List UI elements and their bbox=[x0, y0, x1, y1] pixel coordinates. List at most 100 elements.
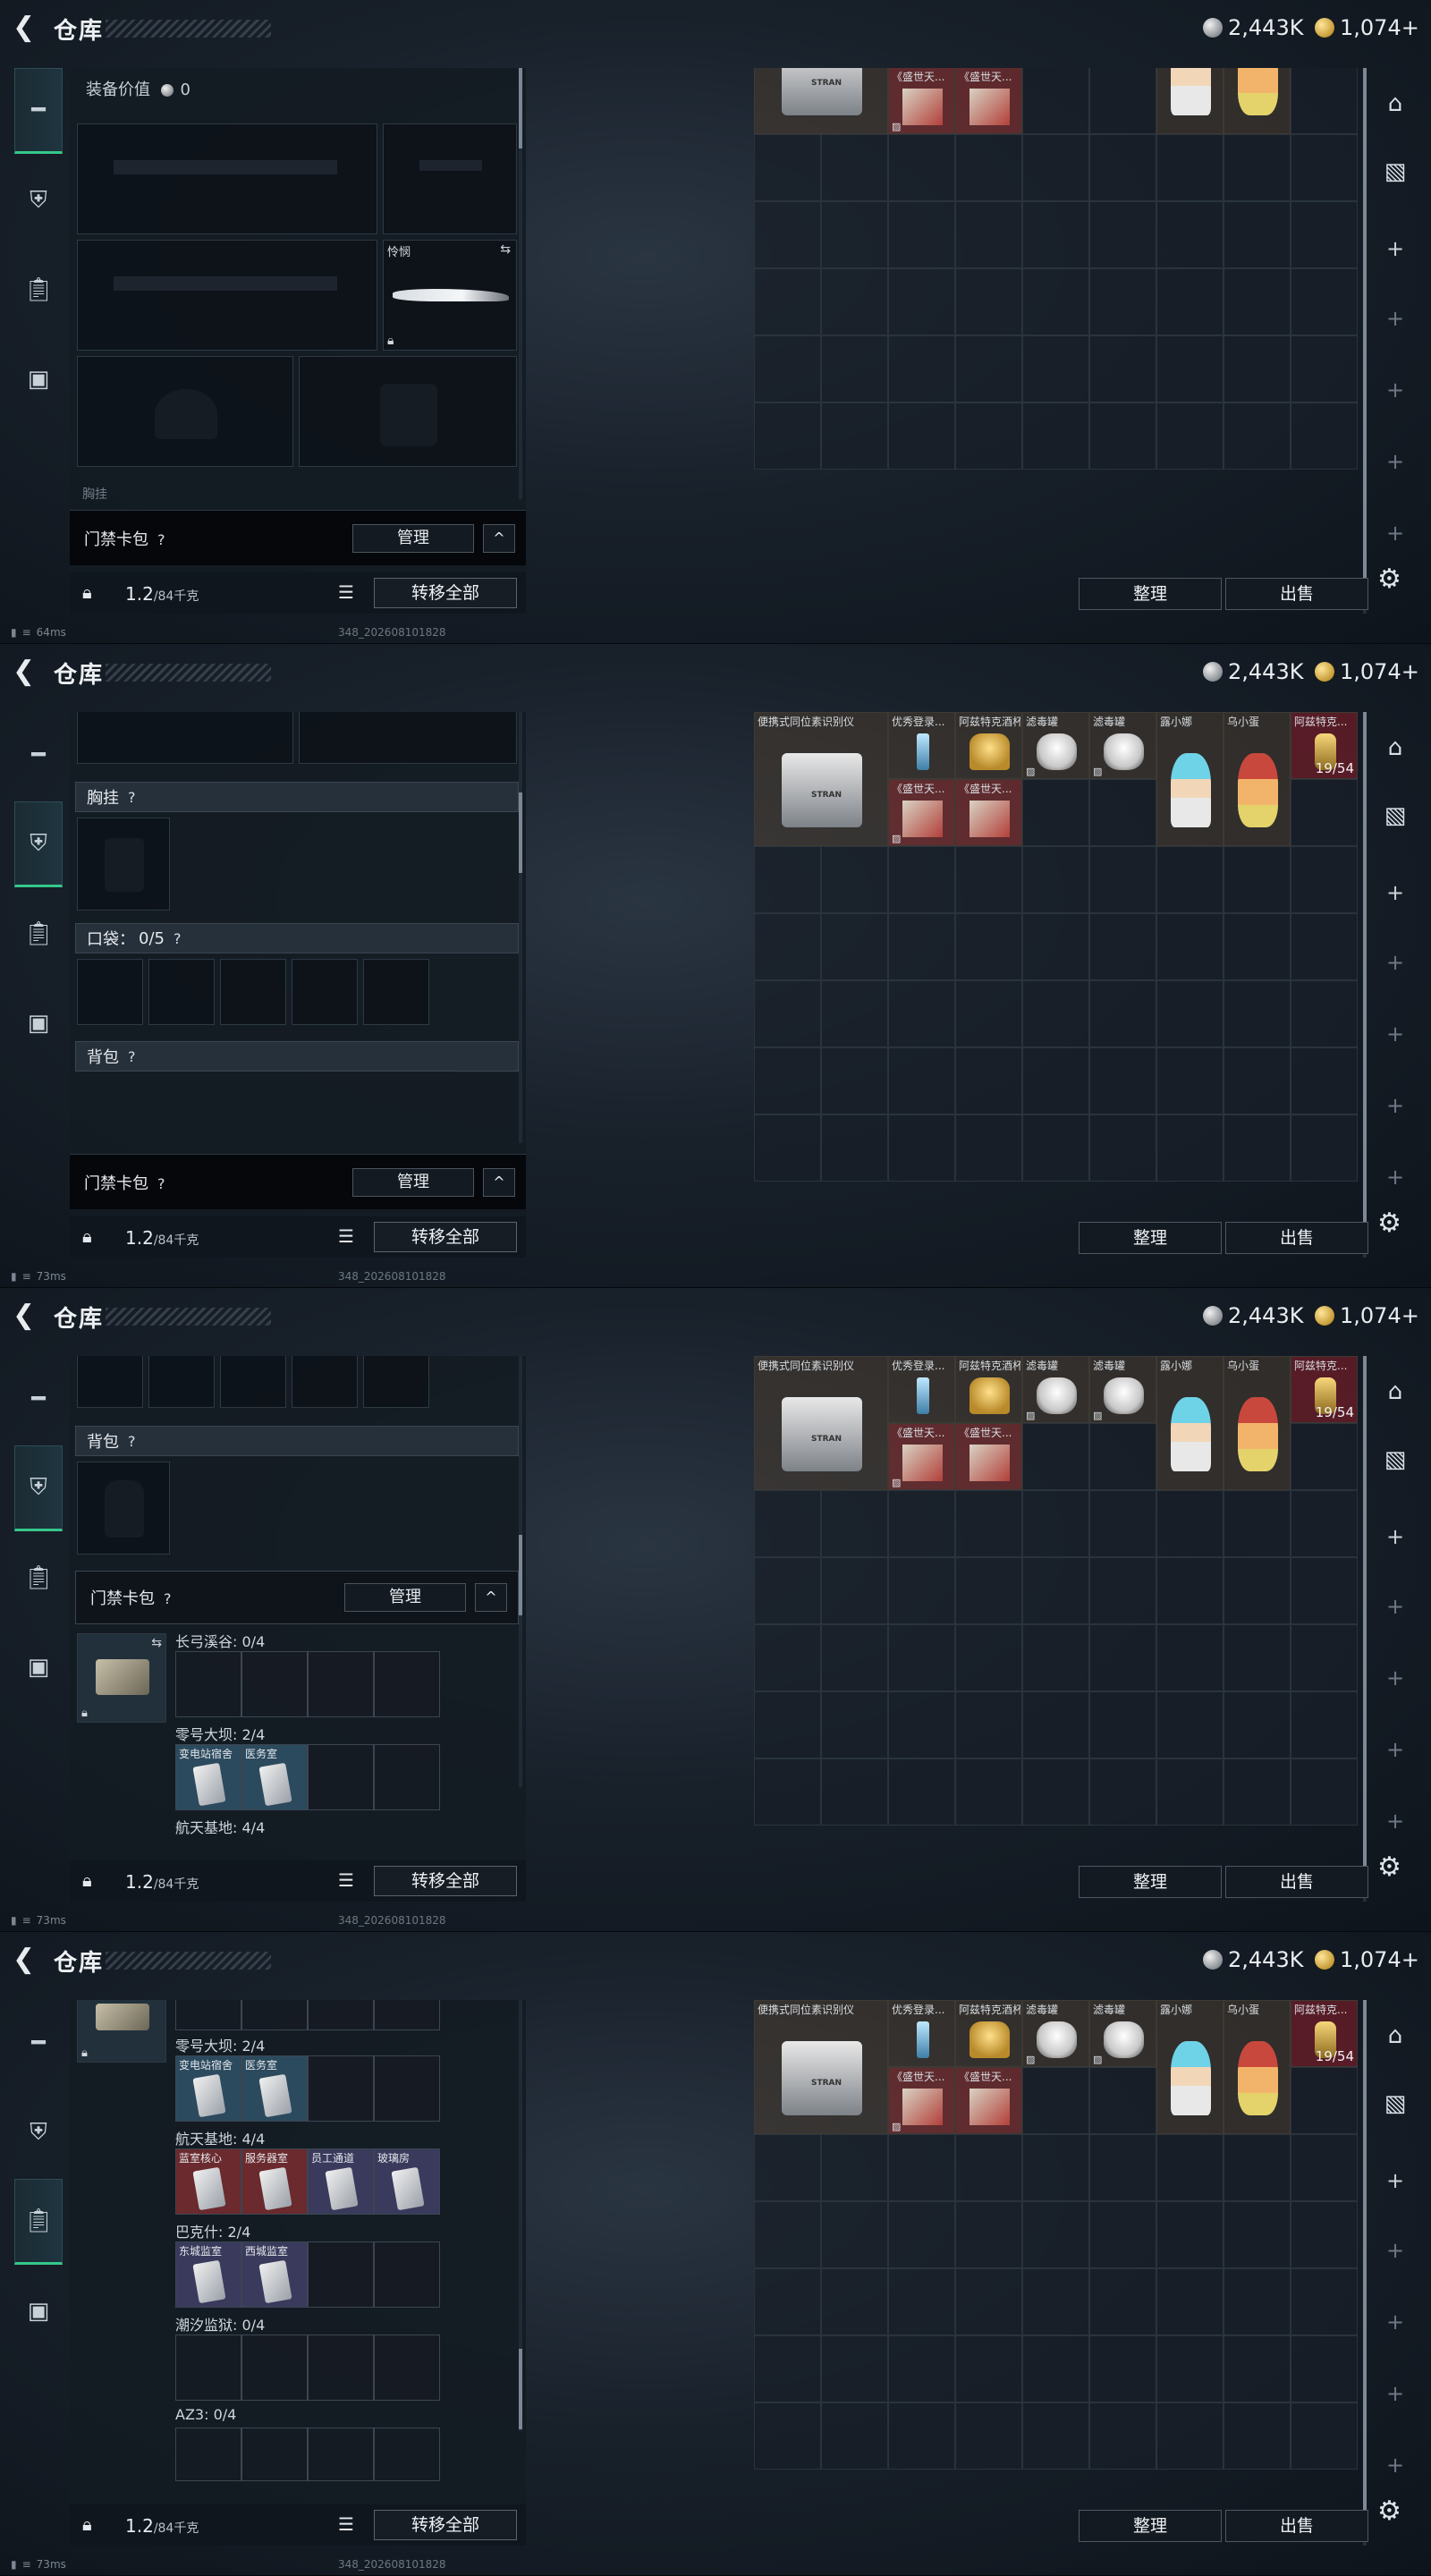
safe-box-icon[interactable]: ⌂ bbox=[1377, 2018, 1413, 2054]
storage-cell[interactable] bbox=[888, 913, 955, 980]
storage-cell[interactable] bbox=[955, 2335, 1022, 2402]
melee-slot[interactable]: 怜悯 ⇆ 🔒︎ bbox=[383, 240, 517, 351]
pocket-slot[interactable] bbox=[77, 959, 143, 1025]
storage-cell[interactable] bbox=[888, 2335, 955, 2402]
storage-cell[interactable] bbox=[821, 1624, 888, 1691]
storage-cell[interactable] bbox=[1089, 1490, 1156, 1557]
storage-item[interactable]: 滤毒罐 ▨ bbox=[1022, 712, 1089, 779]
storage-cell[interactable] bbox=[1022, 846, 1089, 913]
storage-cell[interactable] bbox=[1224, 134, 1291, 201]
nav-briefcase[interactable]: ▣ bbox=[14, 1624, 63, 1710]
helmet-slot[interactable] bbox=[77, 356, 293, 467]
settings-gear-icon[interactable]: ⚙ bbox=[1377, 1208, 1401, 1239]
back-arrow-icon[interactable]: ❮ bbox=[13, 14, 41, 43]
storage-cell[interactable] bbox=[1022, 980, 1089, 1047]
storage-cell[interactable] bbox=[1089, 779, 1156, 846]
storage-cell[interactable] bbox=[1022, 1047, 1089, 1114]
sell-button[interactable]: 出售 bbox=[1225, 1222, 1368, 1254]
keycard-slot[interactable] bbox=[241, 2000, 308, 2030]
pocket-slot[interactable] bbox=[292, 1356, 358, 1408]
sidearm-slot[interactable] bbox=[383, 123, 517, 234]
keycard-slot[interactable] bbox=[374, 1744, 440, 1810]
storage-cell[interactable] bbox=[955, 1624, 1022, 1691]
storage-cell[interactable] bbox=[955, 2402, 1022, 2470]
storage-scrollbar[interactable] bbox=[1363, 2000, 1367, 2546]
helmet-slot[interactable] bbox=[77, 712, 293, 764]
storage-cell[interactable] bbox=[1156, 2201, 1224, 2268]
storage-cell[interactable] bbox=[955, 268, 1022, 335]
storage-cell[interactable] bbox=[821, 1490, 888, 1557]
keycard-slot[interactable] bbox=[241, 1651, 308, 1717]
storage-cell[interactable] bbox=[1224, 1490, 1291, 1557]
storage-cell[interactable] bbox=[1156, 1624, 1224, 1691]
sell-button[interactable]: 出售 bbox=[1225, 578, 1368, 610]
camera-icon[interactable]: ▧ bbox=[1377, 2086, 1413, 2122]
safe-box-icon[interactable]: ⌂ bbox=[1377, 86, 1413, 122]
storage-cell[interactable] bbox=[1291, 2134, 1358, 2201]
storage-cell[interactable] bbox=[1291, 1624, 1358, 1691]
storage-cell[interactable] bbox=[1089, 68, 1156, 134]
storage-cell[interactable] bbox=[1089, 2402, 1156, 2470]
storage-cell[interactable] bbox=[1022, 68, 1089, 134]
storage-item[interactable]: 优秀登录... bbox=[888, 712, 955, 779]
storage-cell[interactable] bbox=[1224, 980, 1291, 1047]
keycard-slot[interactable]: 变电站宿舍 bbox=[175, 2055, 241, 2122]
keycard-slot[interactable] bbox=[374, 2055, 440, 2122]
equipment-scrollbar[interactable] bbox=[519, 2000, 522, 2431]
keycard-slot[interactable] bbox=[308, 2000, 374, 2030]
storage-cell[interactable] bbox=[1291, 980, 1358, 1047]
pocket-slot[interactable] bbox=[363, 1356, 429, 1408]
scrollbar-thumb[interactable] bbox=[519, 1535, 522, 1615]
storage-item[interactable]: 《盛世天... bbox=[955, 68, 1022, 134]
add-storage-icon[interactable]: + bbox=[1384, 238, 1406, 259]
storage-cell[interactable] bbox=[1156, 1691, 1224, 1758]
storage-item[interactable]: 阿兹特克酒杯 bbox=[955, 712, 1022, 779]
keycard-slot[interactable] bbox=[308, 2428, 374, 2481]
storage-cell[interactable] bbox=[1089, 402, 1156, 470]
storage-cell[interactable] bbox=[888, 1047, 955, 1114]
storage-cell[interactable] bbox=[821, 134, 888, 201]
storage-item[interactable]: 滤毒罐 ▨ bbox=[1022, 2000, 1089, 2067]
storage-cell[interactable] bbox=[1224, 1691, 1291, 1758]
settings-gear-icon[interactable]: ⚙ bbox=[1377, 564, 1401, 595]
storage-scrollbar[interactable] bbox=[1363, 712, 1367, 1258]
storage-cell[interactable] bbox=[955, 2268, 1022, 2335]
secondary-weapon-slot[interactable] bbox=[77, 240, 377, 351]
sell-button[interactable]: 出售 bbox=[1225, 1866, 1368, 1898]
storage-cell[interactable] bbox=[1089, 2335, 1156, 2402]
storage-cell[interactable] bbox=[1156, 1758, 1224, 1826]
collapse-button[interactable]: ^ bbox=[483, 523, 515, 553]
gold-currency[interactable]: 1,074 + bbox=[1315, 1946, 1419, 1973]
nav-clipboard[interactable]: 📋︎ bbox=[14, 2179, 63, 2265]
storage-cell[interactable] bbox=[1156, 2335, 1224, 2402]
gold-currency[interactable]: 1,074 + bbox=[1315, 1302, 1419, 1329]
storage-cell[interactable] bbox=[888, 335, 955, 402]
scrollbar-thumb[interactable] bbox=[1363, 68, 1367, 605]
storage-cell[interactable] bbox=[955, 402, 1022, 470]
storage-cell[interactable] bbox=[888, 1490, 955, 1557]
storage-cell[interactable] bbox=[955, 201, 1022, 268]
storage-cell[interactable] bbox=[1089, 2134, 1156, 2201]
equipment-scrollbar[interactable] bbox=[519, 1356, 522, 1787]
scrollbar-thumb[interactable] bbox=[1363, 1356, 1367, 1893]
nav-weapons[interactable]: ━ bbox=[14, 68, 63, 154]
pocket-slot[interactable] bbox=[77, 1356, 143, 1408]
transfer-all-button[interactable]: 转移全部 bbox=[374, 578, 517, 608]
camera-icon[interactable]: ▧ bbox=[1377, 798, 1413, 834]
keycard-slot[interactable]: 员工通道 bbox=[308, 2148, 374, 2215]
nav-weapons[interactable]: ━ bbox=[14, 2000, 63, 2086]
nav-armor[interactable]: ⛨ bbox=[14, 801, 63, 887]
storage-cell[interactable] bbox=[821, 201, 888, 268]
storage-cell[interactable] bbox=[1022, 1423, 1089, 1490]
storage-item[interactable]: 优秀登录... bbox=[888, 1356, 955, 1423]
storage-cell[interactable] bbox=[1224, 2268, 1291, 2335]
storage-cell[interactable] bbox=[821, 268, 888, 335]
storage-cell[interactable] bbox=[1089, 913, 1156, 980]
storage-cell[interactable] bbox=[1156, 1557, 1224, 1624]
storage-cell[interactable] bbox=[888, 134, 955, 201]
transfer-all-button[interactable]: 转移全部 bbox=[374, 1866, 517, 1896]
storage-cell[interactable] bbox=[821, 1758, 888, 1826]
manage-button[interactable]: 管理 bbox=[344, 1583, 466, 1612]
storage-cell[interactable] bbox=[1156, 268, 1224, 335]
storage-item[interactable]: 滤毒罐 ▨ bbox=[1089, 712, 1156, 779]
